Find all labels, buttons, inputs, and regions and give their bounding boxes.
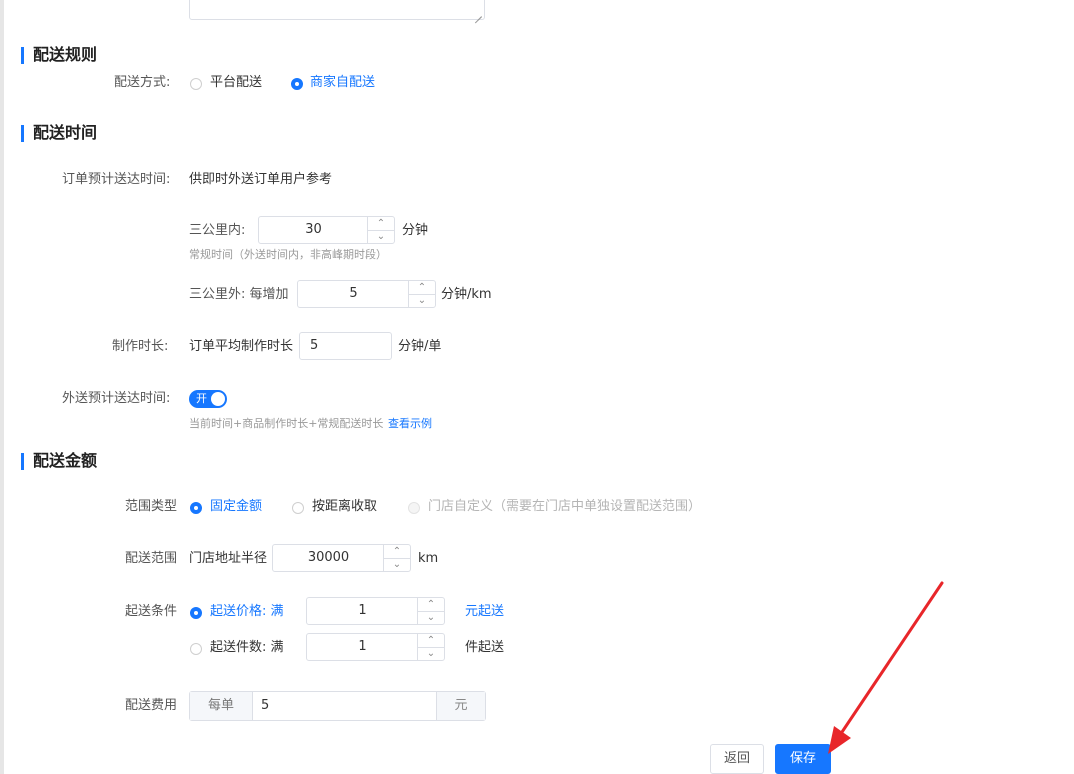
chevron-up-icon[interactable]: ⌃ <box>418 598 444 612</box>
arrow-shaft <box>836 581 944 740</box>
min-qty-unit: 件起送 <box>465 640 505 655</box>
radio-platform-delivery[interactable] <box>190 78 202 90</box>
section-title-rules: 配送规则 <box>33 45 98 64</box>
formula-hint: 当前时间+商品制作时长+常规配送时长 <box>189 417 384 430</box>
option-merchant-delivery[interactable]: 商家自配送 <box>310 74 375 92</box>
view-example-link[interactable]: 查看示例 <box>388 417 432 431</box>
delivery-fee-input-group: 每单 5 元 <box>189 691 486 721</box>
chevron-up-icon[interactable]: ⌃ <box>368 217 394 231</box>
prep-time-label: 制作时长: <box>112 339 169 354</box>
chevron-up-icon[interactable]: ⌃ <box>409 281 435 295</box>
chevron-down-icon[interactable]: ⌄ <box>418 611 444 624</box>
chevron-up-icon[interactable]: ⌃ <box>384 545 410 559</box>
chevron-down-icon[interactable]: ⌄ <box>384 558 410 571</box>
back-button[interactable]: 返回 <box>710 744 764 774</box>
save-button[interactable]: 保存 <box>775 744 831 774</box>
within-3km-label: 三公里内: <box>189 223 246 238</box>
min-price-unit: 元起送 <box>465 604 505 619</box>
delivery-method-label: 配送方式: <box>114 75 171 90</box>
radio-fixed-amount[interactable] <box>190 502 202 514</box>
option-min-qty[interactable]: 起送件数: 满 <box>210 639 284 657</box>
toggle-label: 开 <box>196 392 207 405</box>
stepper-controls: ⌃ ⌄ <box>383 545 410 571</box>
chevron-down-icon[interactable]: ⌄ <box>418 647 444 660</box>
radio-merchant-delivery[interactable] <box>291 78 303 90</box>
section-marker <box>21 125 24 142</box>
radio-store-custom <box>408 502 420 514</box>
left-edge-border <box>0 0 4 774</box>
section-title-time: 配送时间 <box>33 123 98 142</box>
fee-input[interactable]: 5 <box>253 692 436 720</box>
annotation-arrow-icon <box>828 581 944 754</box>
out-eta-toggle[interactable]: 开 <box>189 390 227 408</box>
within-3km-value[interactable]: 30 <box>259 217 368 243</box>
section-title-amount: 配送金额 <box>33 451 98 470</box>
within-3km-hint: 常规时间（外送时间内，非高峰期时段） <box>189 248 387 261</box>
order-eta-desc: 供即时外送订单用户参考 <box>189 172 333 187</box>
section-marker <box>21 47 24 64</box>
stepper-controls: ⌃ ⌄ <box>417 634 444 660</box>
arrow-head <box>828 726 851 754</box>
option-min-price[interactable]: 起送价格: 满 <box>210 603 284 621</box>
beyond-3km-unit: 分钟/km <box>441 287 492 302</box>
min-qty-stepper[interactable]: 1 ⌃ ⌄ <box>306 633 445 661</box>
option-platform-delivery[interactable]: 平台配送 <box>210 74 262 92</box>
prep-time-unit: 分钟/单 <box>398 339 442 354</box>
beyond-3km-stepper[interactable]: 5 ⌃ ⌄ <box>297 280 436 308</box>
resize-handle-icon[interactable] <box>475 10 482 17</box>
min-qty-value[interactable]: 1 <box>307 634 418 660</box>
within-3km-unit: 分钟 <box>402 223 429 238</box>
radius-unit: km <box>418 551 439 566</box>
beyond-3km-value[interactable]: 5 <box>298 281 409 307</box>
delivery-fee-label: 配送费用 <box>125 698 178 713</box>
min-order-label: 起送条件 <box>125 604 178 619</box>
radio-min-qty[interactable] <box>190 643 202 655</box>
within-3km-stepper[interactable]: 30 ⌃ ⌄ <box>258 216 395 244</box>
stepper-controls: ⌃ ⌄ <box>367 217 394 243</box>
toggle-knob <box>211 392 225 406</box>
chevron-down-icon[interactable]: ⌄ <box>409 294 435 307</box>
radius-label: 门店地址半径 <box>189 551 268 566</box>
min-price-value[interactable]: 1 <box>307 598 418 624</box>
option-by-distance[interactable]: 按距离收取 <box>312 498 377 516</box>
out-eta-label: 外送预计送达时间: <box>62 391 171 406</box>
stepper-controls: ⌃ ⌄ <box>408 281 435 307</box>
chevron-up-icon[interactable]: ⌃ <box>418 634 444 648</box>
fee-prefix: 每单 <box>190 692 253 720</box>
order-eta-label: 订单预计送达时间: <box>62 172 171 187</box>
stepper-controls: ⌃ ⌄ <box>417 598 444 624</box>
delivery-range-label: 配送范围 <box>125 551 178 566</box>
option-fixed-amount[interactable]: 固定金额 <box>210 498 262 516</box>
beyond-3km-label: 三公里外: 每增加 <box>189 287 289 302</box>
radio-min-price[interactable] <box>190 607 202 619</box>
radius-stepper[interactable]: 30000 ⌃ ⌄ <box>272 544 411 572</box>
radius-value[interactable]: 30000 <box>273 545 384 571</box>
fee-suffix: 元 <box>436 692 485 720</box>
chevron-down-icon[interactable]: ⌄ <box>368 230 394 243</box>
option-store-custom: 门店自定义（需要在门店中单独设置配送范围） <box>428 499 702 514</box>
remark-textarea[interactable] <box>189 0 485 20</box>
prep-time-desc: 订单平均制作时长 <box>189 339 294 354</box>
section-marker <box>21 453 24 470</box>
min-price-stepper[interactable]: 1 ⌃ ⌄ <box>306 597 445 625</box>
radio-by-distance[interactable] <box>292 502 304 514</box>
prep-time-input[interactable]: 5 <box>299 332 392 360</box>
range-type-label: 范围类型 <box>125 499 178 514</box>
